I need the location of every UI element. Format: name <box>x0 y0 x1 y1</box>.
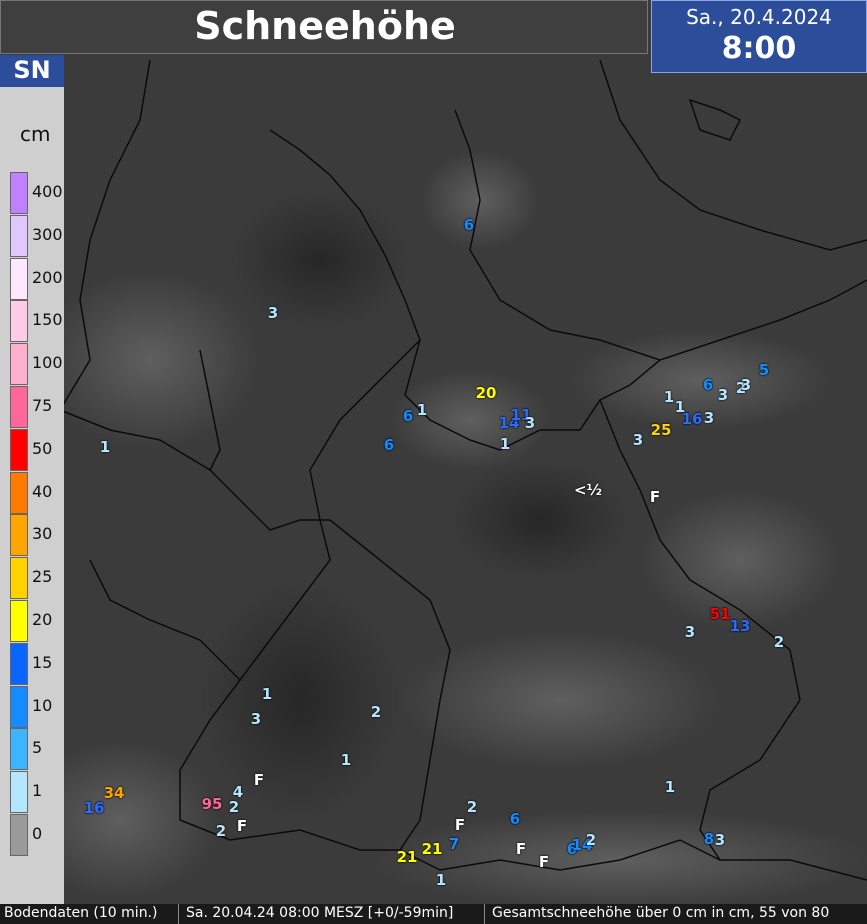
station-value: F <box>253 771 265 789</box>
station-value: 21 <box>396 848 418 866</box>
station-value: 5 <box>758 361 770 379</box>
legend-label: 30 <box>32 524 53 544</box>
legend-swatch <box>10 685 28 728</box>
legend-label: 0 <box>32 824 43 843</box>
station-value: 34 <box>103 784 125 802</box>
legend-swatch <box>10 343 28 386</box>
station-value: 1 <box>340 751 352 769</box>
station-value: 13 <box>729 617 751 635</box>
legend-swatch <box>10 471 28 514</box>
station-value: F <box>515 840 527 858</box>
station-value: 3 <box>714 831 726 849</box>
legend-swatch <box>10 600 28 642</box>
station-value: 1 <box>435 871 447 889</box>
station-value: 21 <box>421 840 443 858</box>
legend-label: 25 <box>32 567 53 587</box>
time-label: 8:00 <box>721 31 797 66</box>
legend-label: 100 <box>32 353 63 373</box>
legend-label: 50 <box>32 438 53 458</box>
station-value: 3 <box>740 376 752 394</box>
station-value: F <box>454 816 466 834</box>
station-value: 3 <box>267 304 279 322</box>
page-title: Schneehöhe <box>194 4 456 48</box>
station-value: 3 <box>632 431 644 449</box>
station-value: 6 <box>383 436 395 454</box>
station-value: 2 <box>773 633 785 651</box>
station-value: 3 <box>250 710 262 728</box>
parameter-code: SN <box>0 55 64 87</box>
relief-map <box>0 0 867 904</box>
legend-label: 40 <box>32 481 53 501</box>
station-value: F <box>649 488 661 506</box>
legend-swatch <box>10 172 28 214</box>
legend-swatch <box>10 514 28 557</box>
legend-swatch <box>10 386 28 428</box>
legend-label: 150 <box>32 310 63 330</box>
station-value: 6 <box>463 216 475 234</box>
station-value: 3 <box>684 623 696 641</box>
legend-swatch <box>10 428 28 471</box>
station-value: 1 <box>664 778 676 796</box>
legend-swatch <box>10 557 28 600</box>
legend-label: 400 <box>32 182 63 201</box>
legend-label: 5 <box>32 738 43 758</box>
legend-swatch <box>10 814 28 856</box>
legend-swatch <box>10 771 28 814</box>
legend-swatch <box>10 728 28 771</box>
station-value: 95 <box>201 795 223 813</box>
legend-unit: cm <box>20 122 51 146</box>
station-value: 6 <box>702 376 714 394</box>
title-bar: Schneehöhe <box>0 0 648 54</box>
footer-source: Bodendaten (10 min.) <box>4 905 158 921</box>
legend-label: 200 <box>32 267 63 287</box>
legend-label: 20 <box>32 610 53 629</box>
legend-label: 10 <box>32 695 53 715</box>
legend-label: 15 <box>32 652 53 672</box>
station-value: 8 <box>703 830 715 848</box>
station-value: 1 <box>663 388 675 406</box>
footer-bar: Bodendaten (10 min.) Sa. 20.04.24 08:00 … <box>0 904 867 924</box>
station-value: 2 <box>585 831 597 849</box>
station-value: 7 <box>448 835 460 853</box>
station-value: 3 <box>703 409 715 427</box>
station-value: 16 <box>83 799 105 817</box>
station-value: 2 <box>370 703 382 721</box>
station-value: 1 <box>99 438 111 456</box>
station-value: F <box>236 817 248 835</box>
station-value: 3 <box>717 386 729 404</box>
legend-label: 1 <box>32 781 43 801</box>
station-value: 1 <box>261 685 273 703</box>
datetime-box: Sa., 20.4.2024 8:00 <box>651 0 867 73</box>
station-value: 20 <box>475 384 497 402</box>
station-value: 2 <box>215 822 227 840</box>
date-label: Sa., 20.4.2024 <box>686 5 832 29</box>
legend-label: 300 <box>32 224 63 244</box>
footer-timestamp: Sa. 20.04.24 08:00 MESZ [+0/-59min] <box>186 905 454 921</box>
legend-swatch <box>10 300 28 343</box>
station-value: <½ <box>573 481 603 499</box>
station-value: 25 <box>650 421 672 439</box>
legend-swatch <box>10 214 28 257</box>
station-value: 1 <box>499 435 511 453</box>
station-value: 1 <box>416 401 428 419</box>
footer-description: Gesamtschneehöhe über 0 cm in cm, 55 von… <box>492 905 830 921</box>
station-value: 2 <box>228 798 240 816</box>
station-value: 2 <box>466 798 478 816</box>
legend-label: 75 <box>32 396 53 415</box>
station-value: 3 <box>524 414 536 432</box>
station-value: F <box>538 853 550 871</box>
legend-swatch <box>10 642 28 685</box>
station-value: 6 <box>402 407 414 425</box>
legend-swatch <box>10 257 28 300</box>
station-value: 6 <box>509 810 521 828</box>
station-value: 16 <box>681 410 703 428</box>
station-value: 51 <box>709 605 731 623</box>
